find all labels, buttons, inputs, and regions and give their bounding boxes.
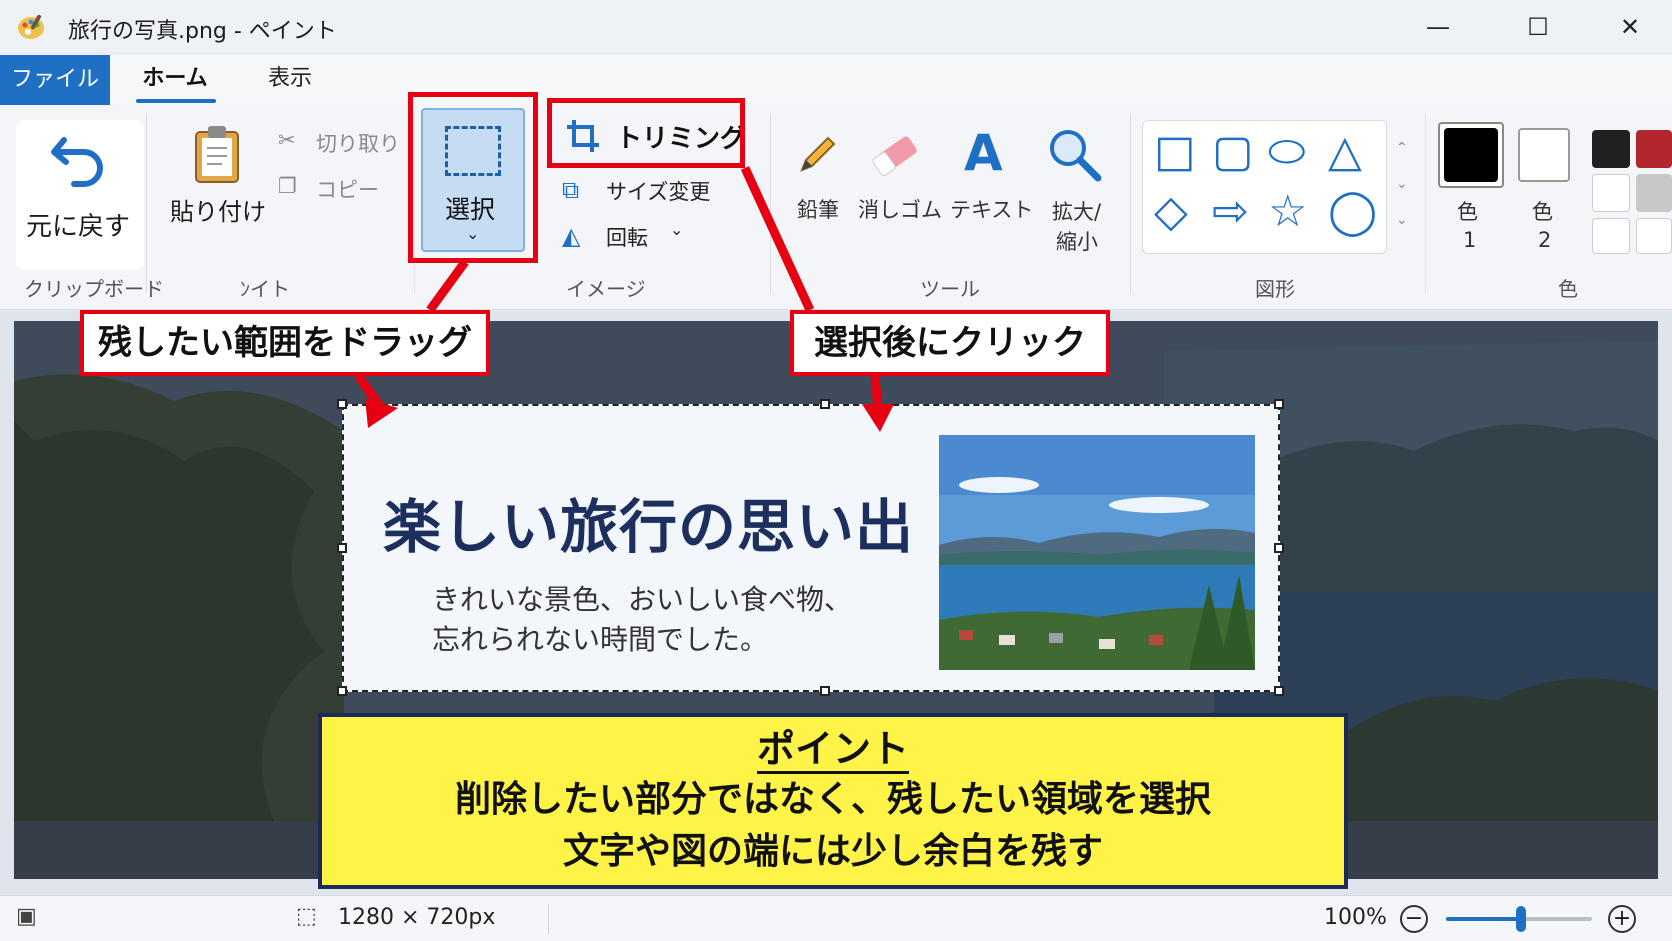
zoom-slider-fill <box>1446 917 1522 921</box>
color1-label: 色 <box>1457 200 1478 224</box>
rectangle-shape-icon[interactable]: □ <box>1154 130 1196 174</box>
palette-red-swatch[interactable] <box>1636 130 1672 168</box>
palette-gray-swatch[interactable] <box>1636 174 1672 212</box>
group-label-image: イメージ <box>566 277 646 301</box>
copy-icon: ❐ <box>278 174 297 198</box>
resize-handle[interactable] <box>337 543 347 553</box>
group-label-clipboard-cut: ﾝイト <box>240 277 290 301</box>
eraser-label: 消しゴム <box>858 198 942 222</box>
group-label-clipboard: クリップボード <box>24 277 164 301</box>
group-label-tools: ツール <box>920 277 980 301</box>
drag-callout: 残したい範囲をドラッグ <box>80 310 490 376</box>
resize-handle[interactable] <box>1274 399 1284 409</box>
divider <box>1130 113 1131 293</box>
point-line-1: 削除したい部分ではなく、残したい領域を選択 <box>454 779 1211 820</box>
palette-empty-swatch[interactable] <box>1592 174 1630 212</box>
gallery-expand-icon[interactable]: ⌄ <box>1396 212 1408 228</box>
speech-bubble-shape-icon[interactable]: ◯ <box>1328 190 1377 234</box>
group-label-colors: 色 <box>1558 277 1578 301</box>
undo-icon <box>51 137 103 187</box>
active-tab-indicator <box>136 99 216 103</box>
canvas-dimensions: 1280 × 720px <box>338 905 496 930</box>
resize-handle[interactable] <box>337 399 347 409</box>
palette-empty-swatch[interactable] <box>1636 218 1672 254</box>
palette-empty-swatch[interactable] <box>1592 218 1630 254</box>
zoom-slider-thumb[interactable] <box>1516 906 1526 932</box>
undo-label: 元に戻す <box>26 212 131 242</box>
group-label-shapes: 図形 <box>1255 277 1295 301</box>
resize-handle[interactable] <box>820 686 830 696</box>
magnifier-icon[interactable] <box>1046 126 1104 184</box>
color1-number: 1 <box>1463 228 1477 252</box>
status-bar: ▣ ⬚ 1280 × 720px 100% − + <box>0 895 1672 941</box>
clipboard-icon[interactable] <box>192 124 242 184</box>
zoom-label-2: 縮小 <box>1056 230 1098 254</box>
menu-file[interactable]: ファイル <box>0 55 110 105</box>
color1-swatch <box>1444 128 1498 182</box>
point-line-2: 文字や図の端には少し余白を残す <box>562 831 1103 872</box>
resize-handle[interactable] <box>337 686 347 696</box>
rounded-rectangle-shape-icon[interactable]: ▢ <box>1212 130 1254 174</box>
text-tool-icon[interactable]: A <box>964 124 1003 182</box>
scissors-icon: ✂ <box>278 128 296 152</box>
maximize-button[interactable]: ☐ <box>1518 10 1558 44</box>
select-highlight-frame <box>408 92 538 263</box>
lake-photo <box>939 435 1255 670</box>
image-icon: ▣ <box>16 904 37 929</box>
resize-icon: ⧉ <box>562 176 580 204</box>
menu-home[interactable]: ホーム <box>130 55 220 105</box>
text-label: テキスト <box>950 198 1034 222</box>
pencil-label: 鉛筆 <box>797 198 839 222</box>
zoom-label-1: 拡大/ <box>1052 200 1102 224</box>
window-title: 旅行の写真.png - ペイント <box>68 19 337 44</box>
resize-handle[interactable] <box>1274 543 1284 553</box>
diamond-shape-icon[interactable]: ◇ <box>1154 190 1188 234</box>
slide-title: 楽しい旅行の思い出 <box>383 493 915 561</box>
trim-highlight-frame <box>547 98 745 168</box>
canvas-size-icon: ⬚ <box>296 904 317 929</box>
divider <box>146 113 147 293</box>
resize-button[interactable]: サイズ変更 <box>606 176 710 206</box>
arrow-shape-icon[interactable]: ⇨ <box>1212 190 1249 234</box>
point-title: ポイント <box>756 727 909 774</box>
menu-view[interactable]: 表示 <box>260 55 320 105</box>
zoom-in-button[interactable]: + <box>1608 905 1636 933</box>
rotate-chevron-icon[interactable]: ⌄ <box>670 220 683 239</box>
divider <box>548 904 549 934</box>
triangle-shape-icon[interactable]: △ <box>1328 130 1362 174</box>
zoom-level: 100% <box>1324 905 1387 930</box>
title-bar: 旅行の写真.png - ペイント — ☐ ✕ <box>0 0 1672 52</box>
color2-label: 色 <box>1532 200 1553 224</box>
color2-number: 2 <box>1538 228 1552 252</box>
gallery-down-icon[interactable]: ⌄ <box>1396 176 1408 192</box>
close-button[interactable]: ✕ <box>1610 10 1650 44</box>
gallery-up-icon[interactable]: ⌃ <box>1396 140 1408 156</box>
pencil-icon[interactable] <box>794 132 840 178</box>
click-callout: 選択後にクリック <box>790 310 1110 376</box>
divider <box>1425 113 1426 293</box>
resize-handle[interactable] <box>820 399 830 409</box>
menu-bar: ファイル ホーム 表示 <box>0 55 1672 105</box>
divider <box>770 113 771 293</box>
eraser-icon[interactable] <box>872 132 922 178</box>
paste-button[interactable]: 貼り付け <box>170 192 266 227</box>
slide-text-line-2: 忘れられない時間でした。 <box>432 623 769 656</box>
ellipse-shape-icon[interactable]: ⬭ <box>1268 130 1306 174</box>
rotate-icon: ◭ <box>562 222 581 250</box>
palette-black-swatch[interactable] <box>1592 130 1630 168</box>
zoom-out-button[interactable]: − <box>1400 905 1428 933</box>
color2-swatch[interactable] <box>1518 128 1570 182</box>
slide-text-line-1: きれいな景色、おいしい食べ物、 <box>432 583 853 616</box>
cut-button[interactable]: 切り取り <box>316 128 400 158</box>
rotate-button[interactable]: 回転 <box>606 222 648 252</box>
copy-button[interactable]: コピー <box>316 174 379 204</box>
star-shape-icon[interactable]: ☆ <box>1268 190 1307 234</box>
resize-handle[interactable] <box>1274 686 1284 696</box>
point-note: ポイント 削除したい部分ではなく、残したい領域を選択 文字や図の端には少し余白を… <box>318 713 1348 889</box>
paint-palette-icon <box>18 14 44 39</box>
minimize-button[interactable]: — <box>1418 10 1458 44</box>
